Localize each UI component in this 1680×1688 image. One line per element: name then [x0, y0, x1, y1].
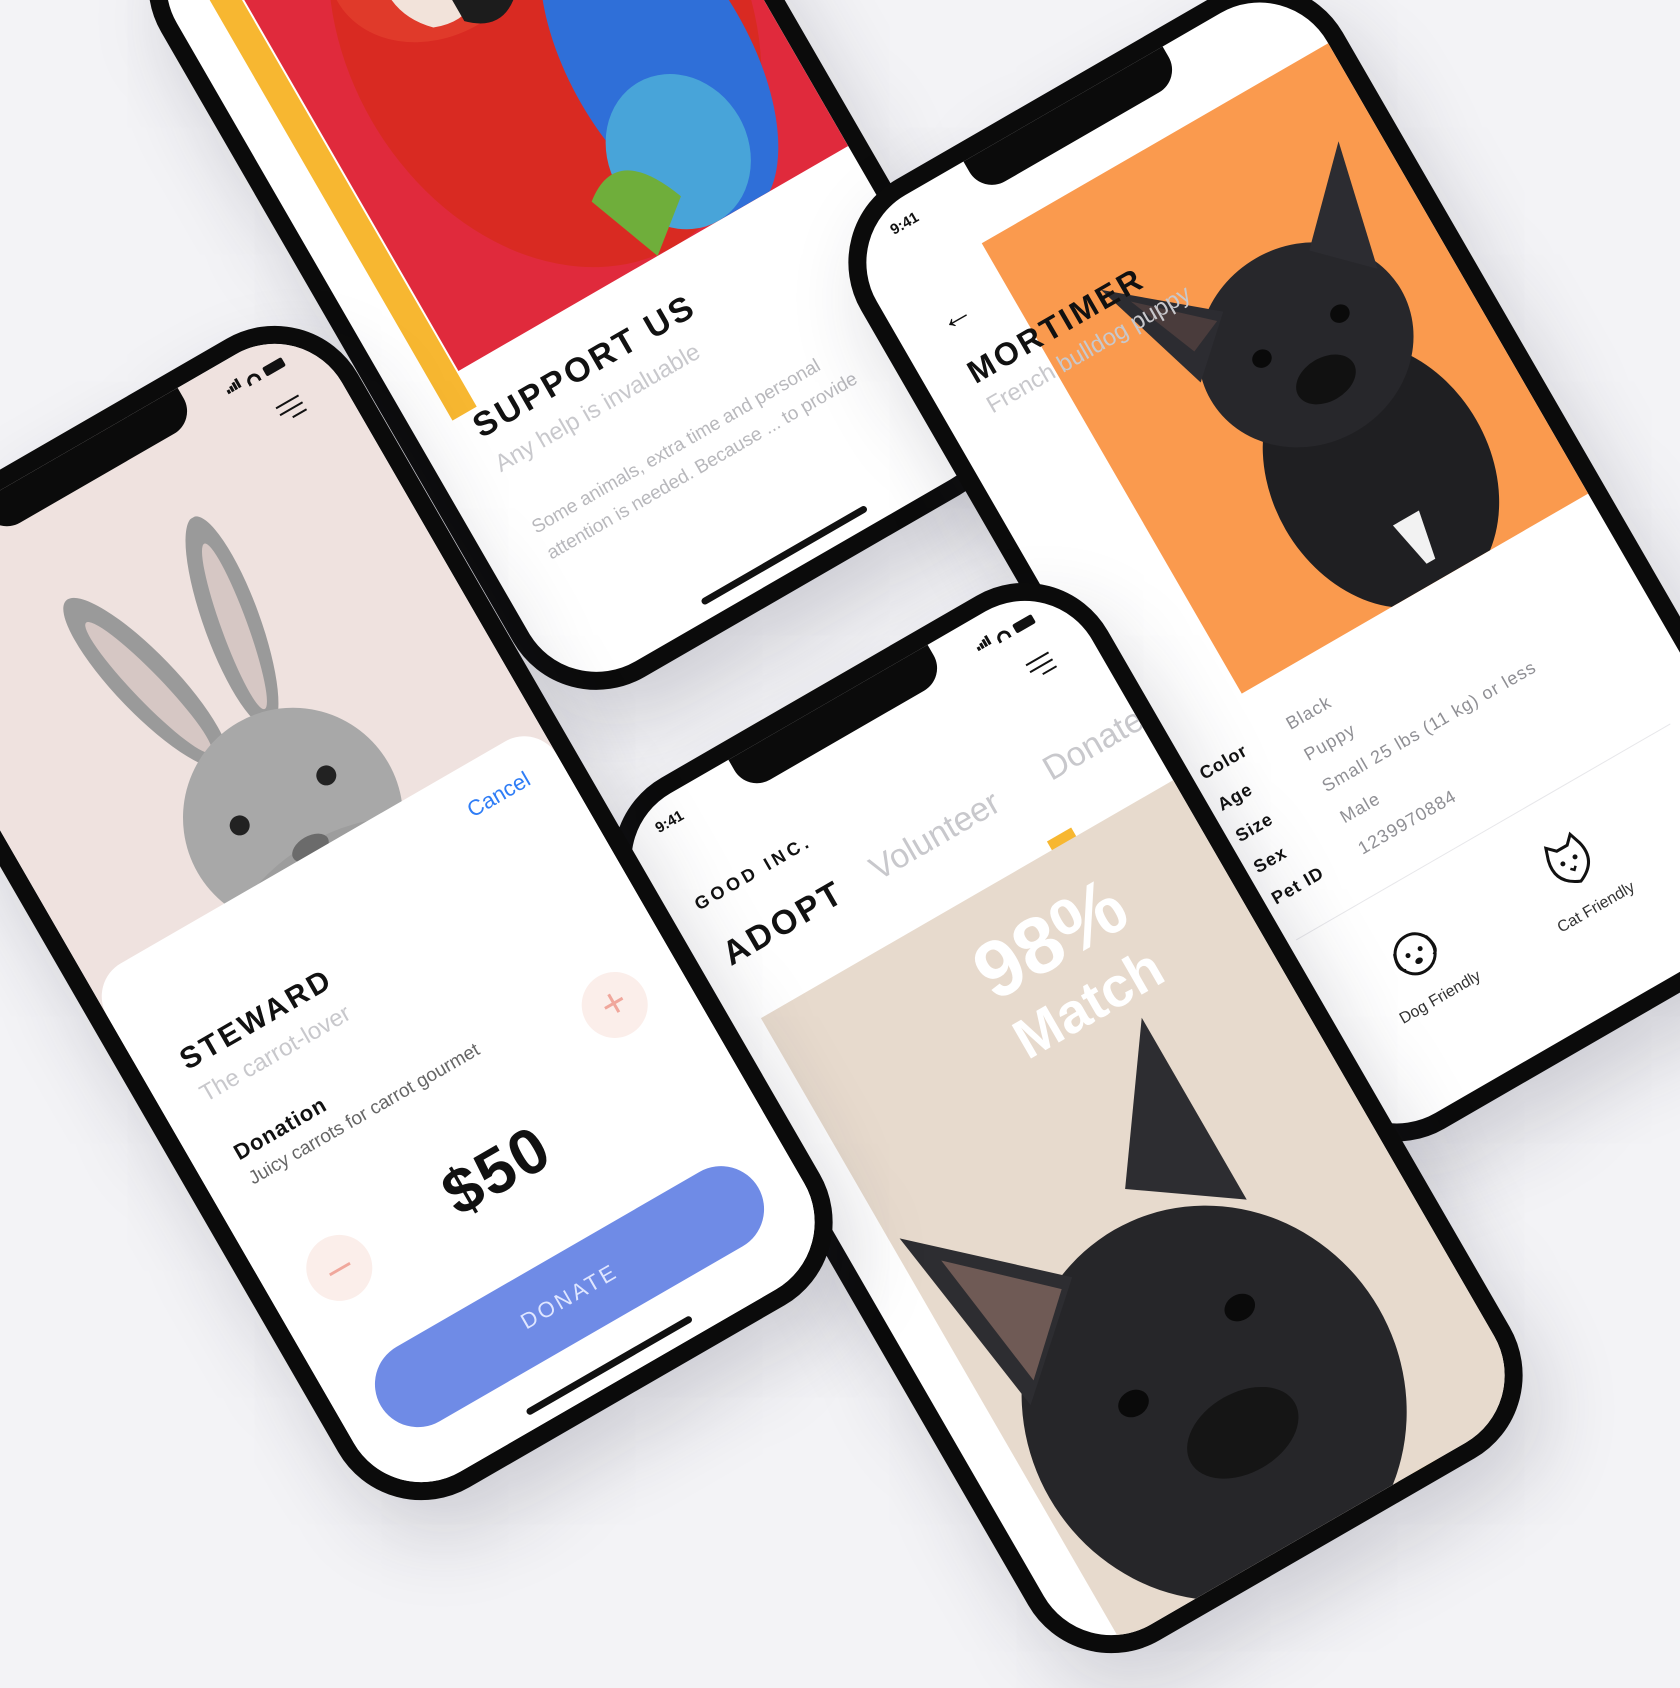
cat-friendly-badge: Cat Friendly — [1486, 796, 1671, 956]
battery-icon — [1011, 613, 1037, 634]
signal-icon — [222, 375, 244, 398]
signal-icon — [972, 632, 994, 655]
dog-icon — [1393, 932, 1437, 976]
parrot-photo — [208, 0, 849, 371]
wifi-icon — [244, 370, 262, 387]
home-indicator[interactable] — [700, 504, 869, 606]
tab-donate[interactable]: Donate — [1036, 700, 1150, 789]
status-time: 9:41 — [887, 208, 922, 239]
increment-button[interactable]: + — [569, 959, 660, 1051]
cat-icon — [1543, 831, 1590, 884]
status-time: 9:41 — [652, 807, 687, 837]
dog-friendly-badge: Dog Friendly — [1330, 886, 1515, 1046]
menu-icon[interactable] — [1025, 651, 1061, 685]
cancel-button[interactable]: Cancel — [463, 766, 535, 823]
tab-volunteer[interactable]: Volunteer — [863, 783, 1007, 889]
back-arrow-icon[interactable]: ← — [931, 290, 980, 341]
wifi-icon — [994, 627, 1012, 644]
